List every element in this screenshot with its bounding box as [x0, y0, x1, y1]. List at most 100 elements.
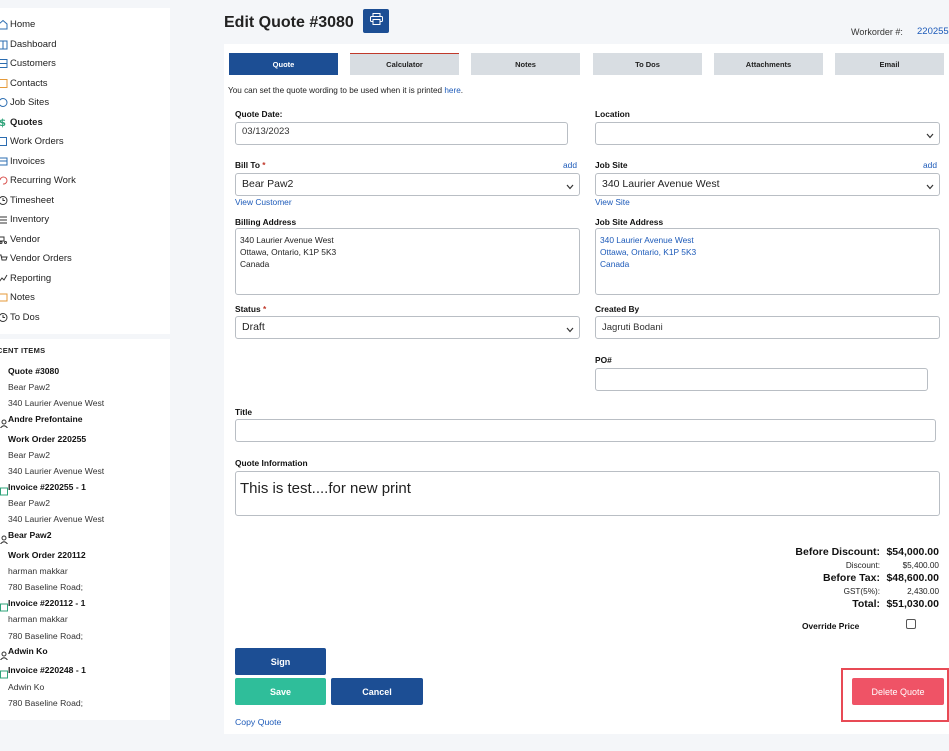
view-site-link[interactable]: View Site	[595, 197, 630, 207]
sidebar-item-invoices[interactable]: Invoices	[0, 152, 45, 170]
sign-button[interactable]: Sign	[235, 648, 326, 675]
tab-calculator[interactable]: Calculator	[350, 53, 459, 75]
recent-item-line: Bear Paw2	[8, 450, 51, 460]
bill-to-select[interactable]: Bear Paw2	[235, 173, 580, 196]
recent-item-work-order-220255[interactable]: Work Order 220255	[8, 434, 86, 444]
gst-value: 2,430.00	[907, 587, 939, 596]
sidebar-item-label: Quotes	[10, 116, 43, 128]
sidebar-item-quotes[interactable]: $ Quotes	[0, 113, 43, 131]
sidebar-item-home[interactable]: Home	[0, 15, 35, 33]
delete-quote-button[interactable]: Delete Quote	[852, 678, 944, 705]
sidebar-item-dashboard[interactable]: Dashboard	[0, 35, 56, 53]
workorder-icon	[0, 551, 8, 560]
printer-icon	[369, 12, 383, 30]
sidebar-item-label: Invoices	[10, 155, 45, 167]
sidebar-item-vendor-orders[interactable]: Vendor Orders	[0, 249, 72, 267]
override-price-label: Override Price	[802, 621, 860, 631]
bill-to-label: Bill To *	[235, 160, 266, 170]
sidebar-item-reporting[interactable]: Reporting	[0, 269, 51, 287]
recent-item-line: harman makkar	[8, 614, 68, 624]
sidebar-item-to-dos[interactable]: To Dos	[0, 308, 40, 326]
job-site-address-field[interactable]: 340 Laurier Avenue West Ottawa, Ontario,…	[595, 228, 940, 295]
quote-date-field[interactable]: 03/13/2023	[235, 122, 568, 145]
sidebar-item-label: Work Orders	[10, 135, 64, 147]
sidebar-item-job-sites[interactable]: Job Sites	[0, 93, 49, 111]
recent-item-bear-paw2[interactable]: Bear Paw2	[8, 530, 51, 540]
title-field[interactable]	[235, 419, 936, 442]
discount-value: $5,400.00	[902, 561, 939, 570]
recent-item-quote-3080[interactable]: Quote #3080	[8, 366, 59, 376]
sidebar-item-label: Home	[10, 18, 36, 30]
billing-address-field[interactable]: 340 Laurier Avenue West Ottawa, Ontario,…	[235, 228, 580, 295]
tab-email[interactable]: Email	[835, 53, 944, 75]
sidebar-item-vendor[interactable]: Vendor	[0, 230, 40, 248]
status-select[interactable]: Draft	[235, 316, 580, 339]
tab-to-dos[interactable]: To Dos	[593, 53, 702, 75]
sidebar-item-label: Vendor Orders	[10, 252, 72, 264]
recurring-icon	[0, 175, 9, 186]
cancel-button[interactable]: Cancel	[331, 678, 423, 705]
sidebar-item-work-orders[interactable]: Work Orders	[0, 132, 64, 150]
location-select[interactable]	[595, 122, 940, 145]
override-price-checkbox[interactable]	[906, 619, 916, 629]
wording-here-link[interactable]: here	[444, 86, 460, 95]
recent-item-adwin-ko[interactable]: Adwin Ko	[8, 646, 48, 656]
po-field[interactable]	[595, 368, 928, 391]
recent-item-line: 340 Laurier Avenue West	[8, 514, 105, 524]
tab-attachments[interactable]: Attachments	[714, 53, 823, 75]
total-label: Total:	[852, 598, 880, 610]
workorder-icon	[0, 435, 8, 444]
recent-item-work-order-220112[interactable]: Work Order 220112	[8, 550, 86, 560]
quote-information-label: Quote Information	[235, 458, 308, 468]
recent-item-line: Adwin Ko	[8, 682, 45, 692]
tab-notes[interactable]: Notes	[471, 53, 580, 75]
before-tax-label: Before Tax:	[823, 572, 880, 584]
print-button[interactable]	[363, 9, 389, 33]
recent-item-invoice-220112[interactable]: Invoice #220112 - 1	[8, 598, 85, 608]
inventory-icon	[0, 214, 9, 225]
recent-item-andre[interactable]: Andre Prefontaine	[8, 414, 83, 424]
recent-item-line: 780 Baseline Road;	[8, 631, 84, 641]
main-content: Edit Quote #3080 Workorder #: 220255 Quo…	[224, 0, 949, 751]
before-discount-label: Before Discount:	[795, 546, 880, 558]
sidebar-item-contacts[interactable]: Contacts	[0, 74, 48, 92]
sidebar-item-label: Reporting	[10, 272, 52, 284]
wording-hint: You can set the quote wording to be used…	[228, 86, 464, 95]
dashboard-icon	[0, 39, 9, 50]
workorder-link[interactable]: 220255	[917, 26, 949, 37]
created-by-field[interactable]: Jagruti Bodani	[595, 316, 940, 339]
recent-item-invoice-220248[interactable]: Invoice #220248 - 1	[8, 665, 86, 675]
sidebar-item-notes[interactable]: Notes	[0, 288, 35, 306]
total-value: $51,030.00	[886, 598, 939, 610]
copy-quote-link[interactable]: Copy Quote	[235, 717, 281, 727]
sidebar-item-customers[interactable]: Customers	[0, 54, 56, 72]
workorders-icon	[0, 136, 9, 147]
save-button[interactable]: Save	[235, 678, 326, 705]
billing-address-label: Billing Address	[235, 217, 297, 227]
sidebar-nav: Home Dashboard Customers Contacts Job Si…	[0, 8, 170, 334]
sidebar-item-recurring-work[interactable]: Recurring Work	[0, 171, 76, 189]
sidebar-item-inventory[interactable]: Inventory	[0, 210, 49, 228]
recent-item-invoice-220255[interactable]: Invoice #220255 - 1	[8, 482, 86, 492]
job-site-select[interactable]: 340 Laurier Avenue West	[595, 173, 940, 196]
invoice-icon	[0, 666, 8, 679]
quote-information-field[interactable]: This is test....for new print	[235, 471, 940, 516]
view-customer-link[interactable]: View Customer	[235, 197, 292, 207]
job-site-add-link[interactable]: add	[923, 160, 937, 170]
contacts-icon	[0, 78, 9, 89]
job-site-label: Job Site	[595, 160, 628, 170]
po-label: PO#	[595, 355, 612, 365]
chart-icon	[0, 273, 9, 284]
bill-to-value: Bear Paw2	[242, 178, 294, 190]
customers-icon	[0, 58, 9, 69]
quote-icon	[0, 367, 8, 376]
bill-to-add-link[interactable]: add	[563, 160, 577, 170]
discount-label: Discount:	[845, 561, 880, 570]
sidebar-item-timesheet[interactable]: Timesheet	[0, 191, 54, 209]
job-site-address-label: Job Site Address	[595, 217, 664, 227]
invoice-icon	[0, 156, 9, 167]
sidebar-item-label: Vendor	[10, 233, 41, 245]
tab-quote[interactable]: Quote	[229, 53, 338, 75]
chevron-down-icon	[926, 130, 934, 142]
location-label: Location	[595, 109, 630, 119]
